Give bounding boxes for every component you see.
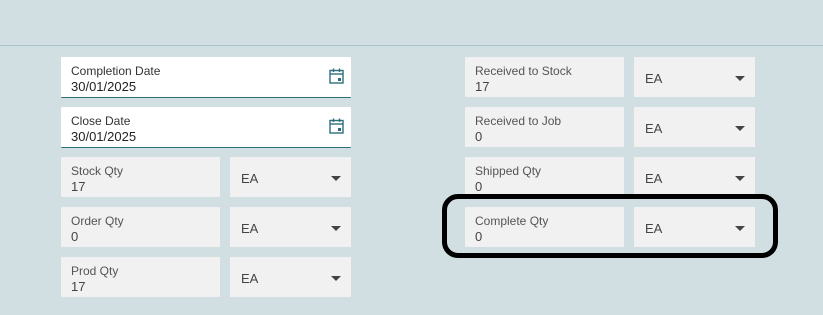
close-date-field[interactable]: Close Date 30/01/2025: [61, 107, 351, 148]
order-qty-label: Order Qty: [71, 214, 124, 228]
top-bar: [0, 0, 823, 46]
received-to-job-field[interactable]: Received to Job 0: [465, 107, 624, 147]
shipped-qty-value[interactable]: 0: [475, 179, 482, 194]
prod-qty-uom-select[interactable]: EA: [230, 257, 351, 297]
chevron-down-icon[interactable]: [735, 226, 745, 231]
chevron-down-icon[interactable]: [735, 176, 745, 181]
received-to-stock-uom-select[interactable]: EA: [634, 57, 755, 97]
received-to-job-value[interactable]: 0: [475, 129, 482, 144]
stock-qty-uom-value: EA: [241, 171, 259, 186]
received-to-job-label: Received to Job: [475, 114, 562, 128]
prod-qty-label: Prod Qty: [71, 264, 119, 278]
received-to-stock-value[interactable]: 17: [475, 79, 489, 94]
shipped-qty-label: Shipped Qty: [475, 164, 542, 178]
stock-qty-uom-select[interactable]: EA: [230, 157, 351, 197]
close-date-label: Close Date: [71, 114, 131, 128]
chevron-down-icon[interactable]: [331, 226, 341, 231]
shipped-qty-uom-select[interactable]: EA: [634, 157, 755, 197]
stock-qty-field[interactable]: Stock Qty 17: [61, 157, 220, 197]
complete-qty-field[interactable]: Complete Qty 0: [465, 207, 624, 247]
completion-date-value[interactable]: 30/01/2025: [71, 79, 136, 94]
close-date-value[interactable]: 30/01/2025: [71, 129, 136, 144]
received-to-stock-uom-value: EA: [645, 71, 663, 86]
chevron-down-icon[interactable]: [331, 276, 341, 281]
received-to-job-uom-value: EA: [645, 121, 663, 136]
calendar-icon[interactable]: [329, 118, 344, 134]
received-to-job-uom-select[interactable]: EA: [634, 107, 755, 147]
chevron-down-icon[interactable]: [331, 176, 341, 181]
complete-qty-value[interactable]: 0: [475, 229, 482, 244]
completion-date-field[interactable]: Completion Date 30/01/2025: [61, 57, 351, 98]
order-qty-value[interactable]: 0: [71, 229, 78, 244]
chevron-down-icon[interactable]: [735, 126, 745, 131]
prod-qty-field[interactable]: Prod Qty 17: [61, 257, 220, 297]
complete-qty-label: Complete Qty: [475, 214, 549, 228]
order-qty-field[interactable]: Order Qty 0: [61, 207, 220, 247]
completion-date-label: Completion Date: [71, 64, 161, 78]
calendar-icon[interactable]: [329, 68, 344, 84]
complete-qty-uom-select[interactable]: EA: [634, 207, 755, 247]
chevron-down-icon[interactable]: [735, 76, 745, 81]
order-qty-uom-select[interactable]: EA: [230, 207, 351, 247]
shipped-qty-uom-value: EA: [645, 171, 663, 186]
received-to-stock-label: Received to Stock: [475, 64, 572, 78]
stock-qty-label: Stock Qty: [71, 164, 124, 178]
stock-qty-value[interactable]: 17: [71, 179, 85, 194]
complete-qty-uom-value: EA: [645, 221, 663, 236]
prod-qty-uom-value: EA: [241, 271, 259, 286]
prod-qty-value[interactable]: 17: [71, 279, 85, 294]
order-qty-uom-value: EA: [241, 221, 259, 236]
shipped-qty-field[interactable]: Shipped Qty 0: [465, 157, 624, 197]
received-to-stock-field[interactable]: Received to Stock 17: [465, 57, 624, 97]
